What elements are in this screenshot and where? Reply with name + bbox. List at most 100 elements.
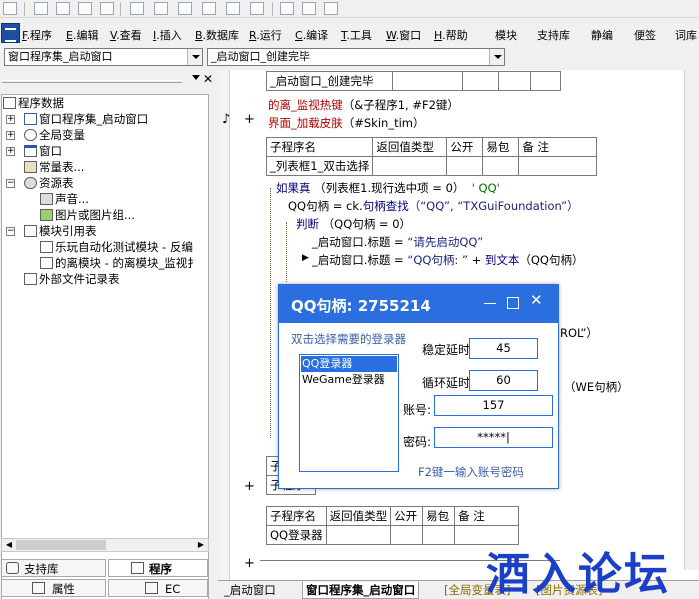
tab-window-class[interactable]: 窗口程序集_启动窗口 bbox=[302, 582, 420, 599]
expand-plus-icon[interactable]: + bbox=[244, 556, 255, 571]
tree-horizontal-scrollbar[interactable]: ◀ ▶ bbox=[1, 538, 209, 552]
tree-item-module-1[interactable]: 乐玩自动化测试模块 - 反编 bbox=[40, 239, 193, 255]
chevron-down-icon[interactable] bbox=[187, 49, 202, 65]
tab-support-library[interactable]: 支持库 bbox=[1, 559, 106, 577]
sub-name-cell[interactable]: _启动窗口_创建完毕 bbox=[266, 71, 393, 91]
code-line-title-1[interactable]: _启动窗口.标题 = “请先启动QQ” bbox=[312, 234, 483, 250]
col-remark: 备 注 bbox=[518, 137, 598, 157]
code-line-hotkey[interactable]: 的离_监视热键（&子程序1, #F2键） bbox=[268, 97, 459, 113]
tree-item-window[interactable]: 窗口 bbox=[24, 143, 62, 159]
qq-login-dialog[interactable]: QQ句柄: 2755214 ✕ 双击选择需要的登录器 QQ登录器 WeGame登… bbox=[278, 284, 559, 489]
loop-delay-input[interactable]: 60 bbox=[469, 370, 538, 391]
scroll-right-icon[interactable]: ▶ bbox=[195, 540, 207, 550]
send-back-icon[interactable] bbox=[324, 2, 338, 15]
tree-item-images[interactable]: 图片或图片组... bbox=[40, 207, 135, 223]
sub-name-cell[interactable]: QQ登录器 bbox=[266, 525, 327, 545]
menu-edit[interactable]: E.编辑 bbox=[66, 27, 98, 43]
class-selector[interactable]: 窗口程序集_启动窗口 bbox=[4, 48, 203, 66]
align-left-icon[interactable] bbox=[3, 2, 17, 15]
same-width-icon[interactable] bbox=[130, 2, 144, 15]
empty-cell bbox=[446, 156, 484, 176]
collapse-icon[interactable]: − bbox=[6, 179, 15, 188]
menu-notes[interactable]: 便签 bbox=[634, 27, 656, 43]
code-line-find-handle[interactable]: QQ句柄 = ck.句柄查找（“QQ”, “TXGuiFoundation”） bbox=[288, 198, 579, 214]
code-line-judge[interactable]: 判断 （QQ句柄 = 0） bbox=[296, 216, 411, 232]
menu-dictionary[interactable]: 词库 bbox=[675, 27, 697, 43]
close-icon[interactable]: ✕ bbox=[203, 72, 213, 86]
same-size-icon[interactable] bbox=[178, 2, 192, 15]
tree-item-global-vars[interactable]: 全局变量 bbox=[24, 127, 85, 143]
empty-cell bbox=[422, 525, 456, 545]
globe-icon bbox=[24, 129, 37, 141]
tree-item-constants[interactable]: 常量表... bbox=[24, 159, 84, 175]
tree-item-module-refs[interactable]: 模块引用表 bbox=[24, 223, 97, 239]
tree-item-window-class[interactable]: 窗口程序集_启动窗口 bbox=[24, 111, 148, 127]
minimize-icon[interactable] bbox=[484, 297, 496, 304]
tree-item-resources[interactable]: 资源表 bbox=[24, 175, 74, 191]
menu-window[interactable]: W.窗口 bbox=[386, 27, 421, 43]
dropdown-icon[interactable] bbox=[192, 75, 200, 81]
code-line-title-2[interactable]: _启动窗口.标题 = “QQ句柄: ” + 到文本（QQ句柄） bbox=[312, 252, 583, 268]
expand-icon[interactable]: + bbox=[6, 147, 15, 156]
menu-static-compile[interactable]: 静编 bbox=[591, 27, 613, 43]
dialog-title-bar[interactable]: QQ句柄: 2755214 ✕ bbox=[279, 285, 558, 323]
col-public: 公开 bbox=[390, 506, 424, 526]
launcher-list[interactable]: QQ登录器 WeGame登录器 bbox=[299, 354, 399, 472]
tab-ec[interactable]: EC bbox=[108, 579, 208, 597]
align-right-icon[interactable] bbox=[78, 2, 92, 15]
expand-plus-icon[interactable]: + bbox=[244, 479, 255, 494]
password-input[interactable]: *****| bbox=[434, 427, 553, 448]
v-spacing-icon[interactable] bbox=[226, 2, 240, 15]
tree-item-sound[interactable]: 声音... bbox=[40, 191, 89, 207]
code-line-if[interactable]: 如果真 （列表框1.现行选中项 = 0） ' QQ' bbox=[276, 180, 500, 196]
same-height-icon[interactable] bbox=[154, 2, 168, 15]
align-bottom-icon[interactable] bbox=[100, 2, 114, 15]
col-public: 公开 bbox=[446, 137, 484, 157]
bring-front-icon[interactable] bbox=[302, 2, 316, 15]
menu-database[interactable]: B.数据库 bbox=[195, 27, 239, 43]
expand-plus-icon[interactable]: + bbox=[244, 112, 255, 127]
menu-help[interactable]: H.帮助 bbox=[434, 27, 468, 43]
menu-tools[interactable]: T.工具 bbox=[341, 27, 372, 43]
maximize-icon[interactable] bbox=[507, 297, 519, 309]
program-tree[interactable]: 程序数据 + 窗口程序集_启动窗口 + 全局变量 + 窗口 常量表... − 资… bbox=[1, 94, 209, 599]
account-input[interactable]: 157 bbox=[434, 395, 553, 416]
sub-name-cell[interactable]: _列表框1_双击选择 bbox=[265, 156, 374, 176]
grip[interactable] bbox=[2, 80, 182, 83]
align-top-icon[interactable] bbox=[34, 2, 48, 15]
menu-module[interactable]: 模块 bbox=[495, 27, 517, 43]
menu-insert[interactable]: I.插入 bbox=[153, 27, 182, 43]
tab-properties[interactable]: 属性 bbox=[1, 579, 106, 597]
menu-view[interactable]: V.查看 bbox=[110, 27, 142, 43]
code-line-skin[interactable]: 界面_加载皮肤（#Skin_tim） bbox=[268, 115, 425, 131]
chevron-down-icon[interactable] bbox=[489, 49, 504, 65]
tab-program[interactable]: 程序 bbox=[108, 559, 208, 577]
center-v-icon[interactable] bbox=[280, 2, 294, 15]
menu-program[interactable]: F.程序 bbox=[22, 27, 52, 43]
toolbar-separator bbox=[24, 2, 25, 16]
scroll-left-icon[interactable]: ◀ bbox=[3, 540, 15, 550]
menu-compile[interactable]: C.编译 bbox=[295, 27, 328, 43]
editor-vertical-scrollbar[interactable] bbox=[684, 70, 699, 570]
close-icon[interactable]: ✕ bbox=[530, 293, 543, 308]
center-h-icon[interactable] bbox=[250, 2, 264, 15]
tree-root[interactable]: 程序数据 bbox=[3, 95, 64, 111]
collapse-icon[interactable]: − bbox=[6, 227, 15, 236]
tree-item-module-2[interactable]: 的离模块 - 的离模块_监视扌 bbox=[40, 255, 199, 271]
list-item[interactable]: WeGame登录器 bbox=[301, 372, 397, 388]
tab-start-window[interactable]: _启动窗口 bbox=[224, 582, 276, 599]
breakpoint-icon[interactable]: ♪ bbox=[222, 112, 230, 127]
list-item[interactable]: QQ登录器 bbox=[301, 356, 397, 372]
empty-cell bbox=[482, 156, 520, 176]
menu-support-lib[interactable]: 支持库 bbox=[537, 27, 570, 43]
h-spacing-icon[interactable] bbox=[202, 2, 216, 15]
tree-item-external-files[interactable]: 外部文件记录表 bbox=[24, 271, 120, 287]
scroll-thumb[interactable] bbox=[16, 540, 106, 550]
expand-icon[interactable]: + bbox=[6, 115, 15, 124]
method-selector[interactable]: _启动窗口_创建完毕 bbox=[207, 48, 505, 66]
expand-icon[interactable]: + bbox=[6, 131, 15, 140]
resource-icon bbox=[24, 177, 37, 189]
menu-run[interactable]: R.运行 bbox=[249, 27, 282, 43]
align-middle-icon[interactable] bbox=[56, 2, 70, 15]
stable-delay-input[interactable]: 45 bbox=[469, 338, 538, 359]
